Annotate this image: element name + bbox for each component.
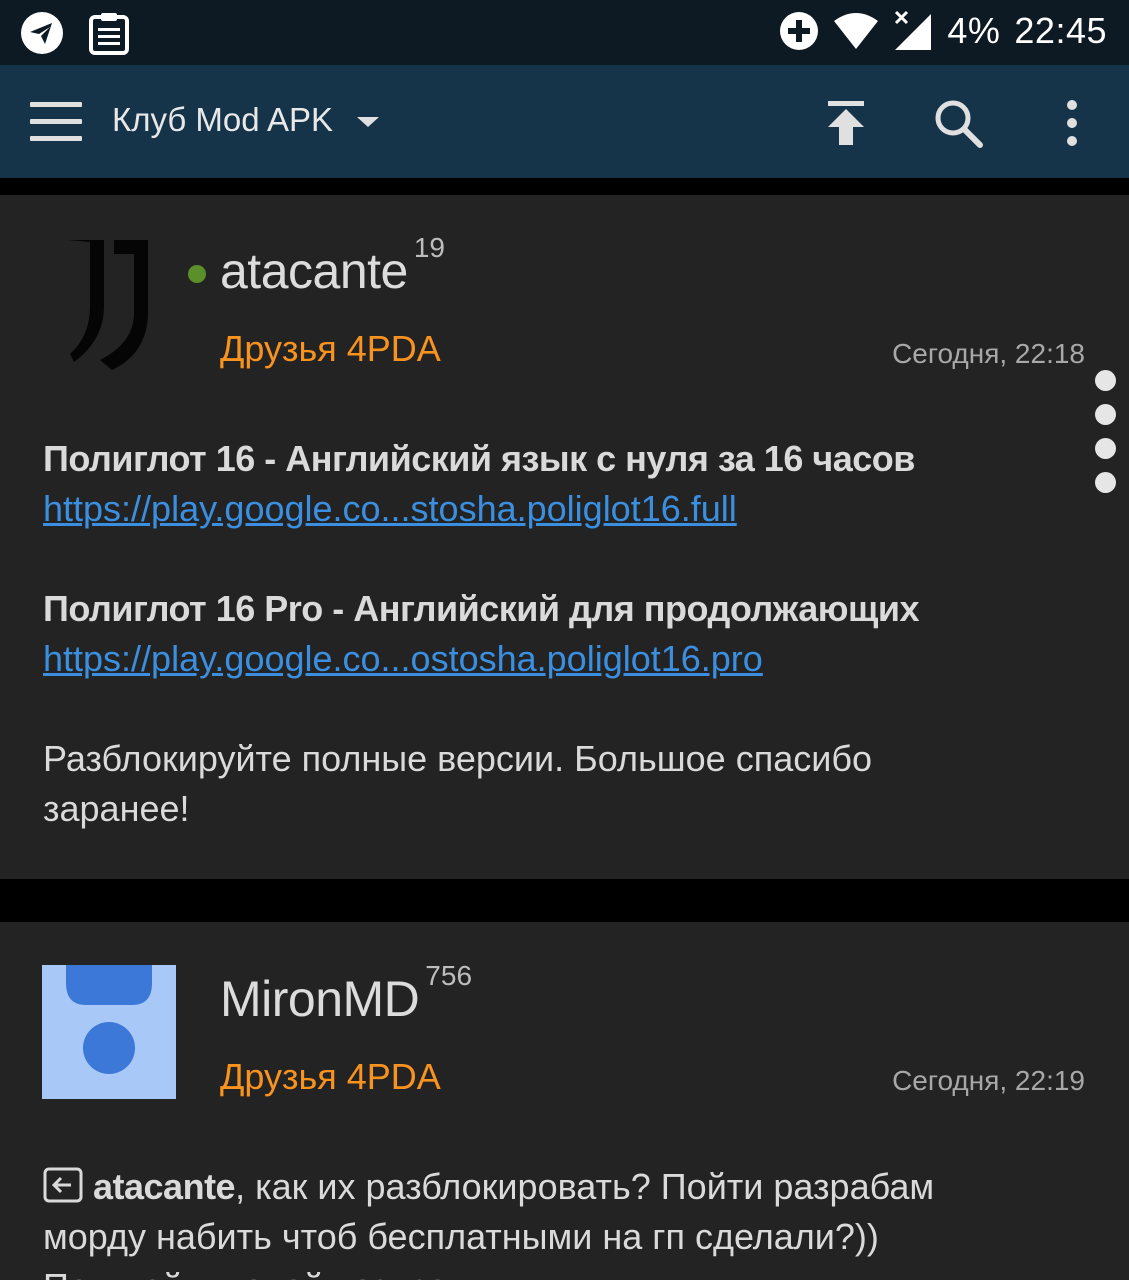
post-text-line: Полиглот 16 - Английский язык с нуля за …	[43, 438, 915, 479]
reputation-count[interactable]: 756	[425, 960, 472, 991]
username-text: atacante	[220, 243, 408, 299]
more-vert-icon[interactable]	[1044, 95, 1100, 151]
post-text-line: морду набить чтоб бесплатными на гп сдел…	[43, 1216, 879, 1257]
post-date: Сегодня, 22:19	[892, 1065, 1085, 1096]
telegram-icon	[21, 12, 63, 54]
post-link[interactable]: https://play.google.co...ostosha.poliglo…	[43, 638, 763, 680]
post-text-line: заранее!	[43, 788, 190, 829]
username-text: MironMD	[220, 971, 420, 1027]
search-icon[interactable]	[930, 95, 986, 151]
post-link[interactable]: https://play.google.co...stosha.poliglot…	[43, 488, 737, 530]
dropdown-arrow-icon	[357, 117, 379, 127]
post-text-line: Покупай и делай возврат	[43, 1266, 463, 1280]
forum-selector[interactable]: Клуб Mod APK	[112, 101, 379, 139]
quoted-username[interactable]: atacante	[93, 1166, 236, 1207]
signal-icon	[895, 10, 932, 50]
clock: 22:45	[1014, 10, 1107, 51]
battery-level: 4%	[947, 10, 1001, 51]
post-author[interactable]: atacante 19	[220, 232, 445, 300]
user-group: Друзья 4PDA	[220, 328, 441, 369]
post-options-button[interactable]	[1095, 370, 1117, 495]
post-text: , как их разблокировать? Пойти разрабам	[235, 1166, 935, 1207]
status-bar: 4% 22:45	[0, 0, 1129, 65]
post-text-line: atacante, как их разблокировать? Пойти р…	[43, 1166, 934, 1208]
quote-icon	[43, 1167, 83, 1203]
avatar[interactable]	[42, 236, 176, 370]
page-title: Клуб Mod APK	[112, 101, 333, 138]
online-status-dot	[188, 265, 206, 283]
post-date: Сегодня, 22:18	[892, 338, 1085, 369]
add-circle-icon	[780, 12, 819, 50]
reputation-count[interactable]: 19	[414, 232, 445, 263]
clipboard-icon	[89, 13, 129, 55]
post-author[interactable]: MironMD 756	[220, 960, 472, 1028]
app-bar: Клуб Mod APK	[0, 65, 1129, 178]
post-text-line: Разблокируйте полные версии. Большое спа…	[43, 738, 872, 779]
user-group: Друзья 4PDA	[220, 1056, 441, 1097]
wifi-icon	[834, 13, 879, 49]
avatar[interactable]	[42, 965, 176, 1099]
post-text-line: Полиглот 16 Pro - Английский для продолж…	[43, 588, 920, 629]
scroll-to-top-icon[interactable]	[818, 95, 874, 151]
menu-icon[interactable]	[30, 102, 82, 142]
